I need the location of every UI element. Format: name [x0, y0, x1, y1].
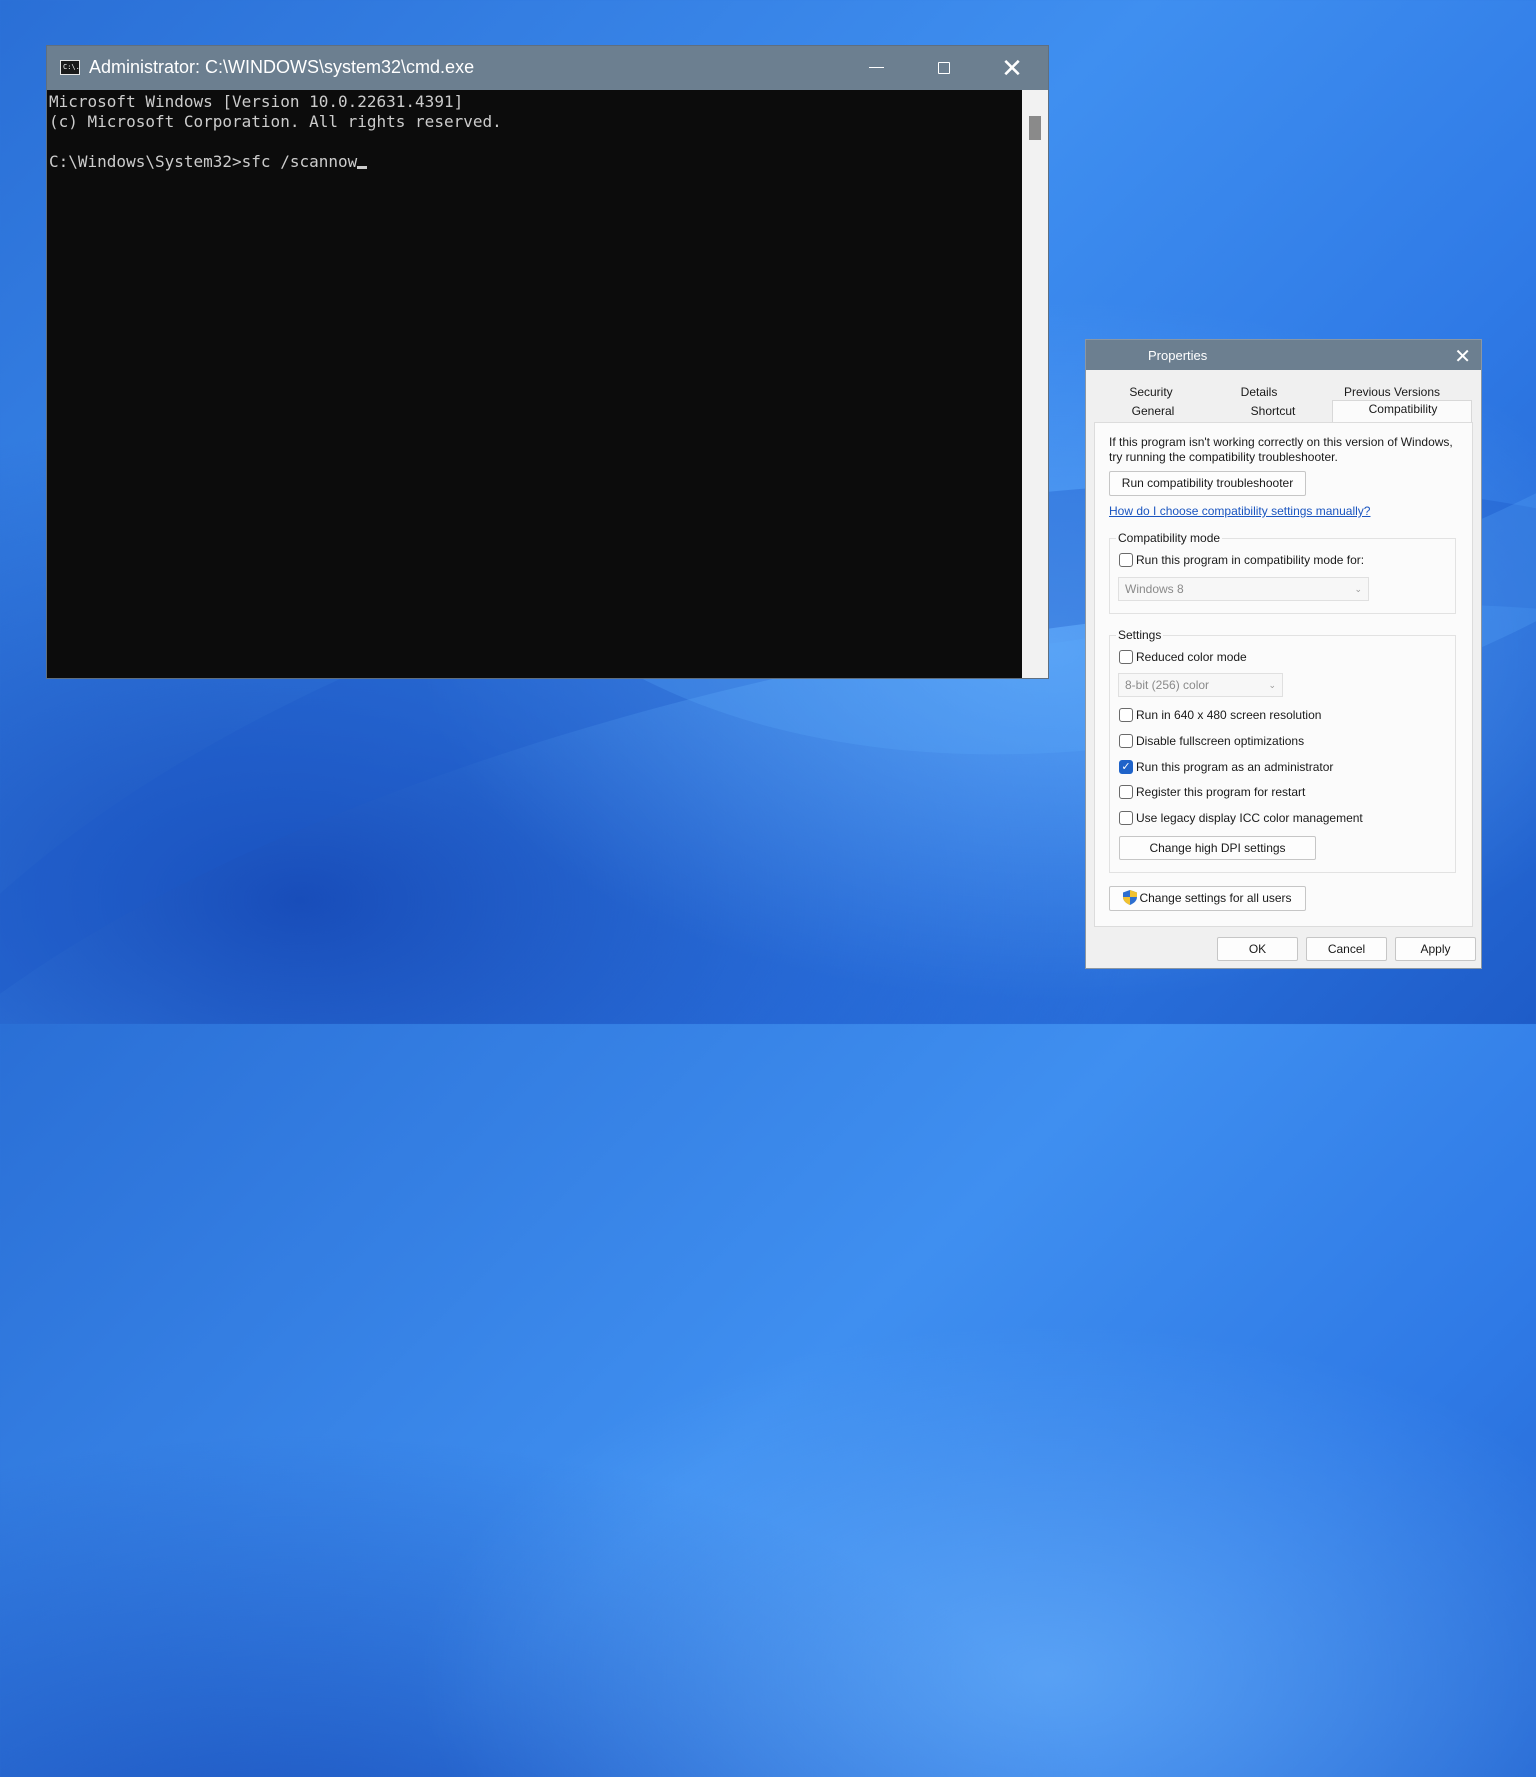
compat-mode-label: Run this program in compatibility mode f…: [1136, 553, 1365, 567]
compat-os-value: Windows 8: [1125, 582, 1184, 596]
compat-mode-checkbox[interactable]: [1119, 553, 1133, 567]
properties-titlebar[interactable]: Properties ✕: [1086, 340, 1481, 370]
tab-general[interactable]: General: [1108, 404, 1198, 418]
change-all-users-button[interactable]: Change settings for all users: [1109, 886, 1306, 911]
color-depth-select: 8-bit (256) color ⌄: [1118, 673, 1283, 697]
close-icon: ✕: [1454, 346, 1471, 368]
properties-title: Properties: [1148, 348, 1208, 363]
cmd-window[interactable]: C:\. Administrator: C:\WINDOWS\system32\…: [46, 45, 1049, 679]
maximize-button[interactable]: [910, 46, 978, 90]
close-icon: ✕: [1001, 53, 1023, 83]
maximize-icon: [938, 61, 950, 74]
minimize-icon: [868, 67, 884, 69]
cmd-app-icon: C:\.: [60, 60, 80, 75]
legacy-icc-label: Use legacy display ICC color management: [1136, 811, 1363, 825]
color-depth-value: 8-bit (256) color: [1125, 678, 1210, 692]
change-all-users-label: Change settings for all users: [1139, 891, 1292, 905]
ok-button[interactable]: OK: [1217, 937, 1298, 961]
compat-os-select: Windows 8 ⌄: [1118, 577, 1369, 601]
console-line: (c) Microsoft Corporation. All rights re…: [49, 112, 502, 131]
run-troubleshooter-button[interactable]: Run compatibility troubleshooter: [1109, 471, 1306, 496]
disable-fullscreen-opt-label: Disable fullscreen optimizations: [1136, 734, 1305, 748]
console-line: Microsoft Windows [Version 10.0.22631.43…: [49, 92, 464, 111]
legacy-icc-checkbox[interactable]: [1119, 811, 1133, 825]
resolution-640-label: Run in 640 x 480 screen resolution: [1136, 708, 1322, 722]
dialog-close-button[interactable]: ✕: [1454, 344, 1471, 369]
compatibility-mode-group: [1109, 538, 1456, 614]
tab-compatibility[interactable]: Compatibility: [1348, 402, 1458, 416]
text-cursor: [357, 166, 368, 169]
console-output[interactable]: Microsoft Windows [Version 10.0.22631.43…: [49, 92, 1019, 677]
run-as-admin-label: Run this program as an administrator: [1136, 760, 1334, 774]
uac-shield-icon: [1123, 890, 1138, 905]
reduced-color-checkbox[interactable]: [1119, 650, 1133, 664]
close-button[interactable]: ✕: [978, 46, 1046, 90]
reduced-color-label: Reduced color mode: [1136, 650, 1247, 664]
tab-security[interactable]: Security: [1106, 385, 1196, 399]
settings-heading: Settings: [1116, 628, 1164, 642]
console-command: C:\Windows\System32>sfc /scannow: [49, 152, 358, 171]
resolution-640-checkbox[interactable]: [1119, 708, 1133, 722]
chevron-down-icon: ⌄: [1354, 584, 1362, 594]
console-prompt-line[interactable]: C:\Windows\System32>sfc /scannow: [49, 152, 1019, 172]
compatibility-mode-heading: Compatibility mode: [1116, 531, 1223, 545]
disable-fullscreen-opt-checkbox[interactable]: [1119, 734, 1133, 748]
chevron-down-icon: ⌄: [1268, 680, 1276, 690]
cmd-window-title: Administrator: C:\WINDOWS\system32\cmd.e…: [89, 57, 475, 77]
checkmark-icon: ✓: [1121, 761, 1131, 773]
run-as-admin-checkbox[interactable]: ✓: [1119, 760, 1133, 774]
apply-button[interactable]: Apply: [1395, 937, 1476, 961]
cmd-scrollbar[interactable]: [1022, 90, 1048, 678]
register-restart-checkbox[interactable]: [1119, 785, 1133, 799]
cancel-button[interactable]: Cancel: [1306, 937, 1387, 961]
scrollbar-thumb[interactable]: [1029, 116, 1041, 140]
change-dpi-button[interactable]: Change high DPI settings: [1119, 836, 1316, 860]
tab-shortcut[interactable]: Shortcut: [1228, 404, 1318, 418]
minimize-button[interactable]: [842, 46, 910, 90]
intro-text: If this program isn't working correctly …: [1109, 435, 1453, 464]
tab-previous-versions[interactable]: Previous Versions: [1336, 385, 1448, 399]
cmd-titlebar[interactable]: C:\. Administrator: C:\WINDOWS\system32\…: [47, 46, 1048, 90]
properties-dialog[interactable]: Properties ✕ Security Details Previous V…: [1085, 339, 1482, 969]
tab-details[interactable]: Details: [1214, 385, 1304, 399]
compatibility-help-link[interactable]: How do I choose compatibility settings m…: [1109, 504, 1370, 518]
register-restart-label: Register this program for restart: [1136, 785, 1306, 799]
